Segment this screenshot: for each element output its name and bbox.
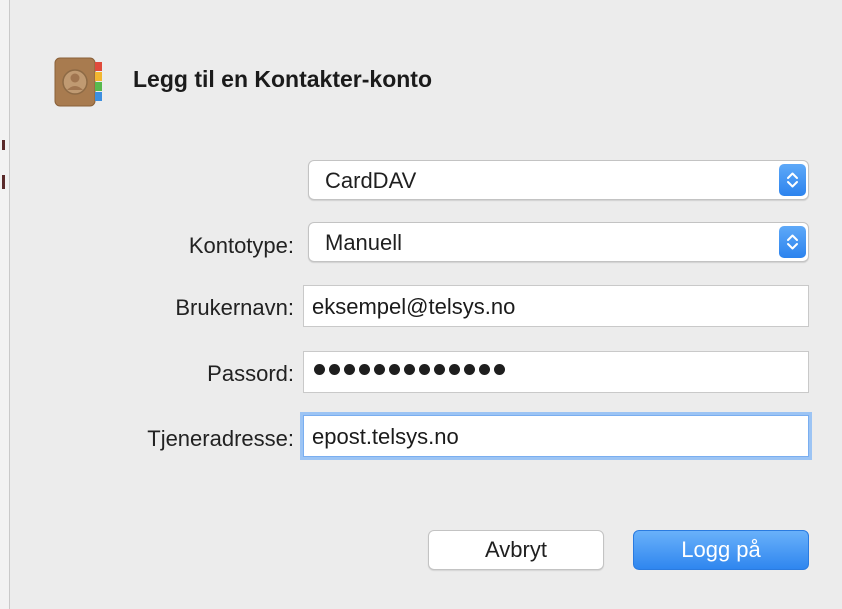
password-label: Passord:	[207, 361, 294, 386]
account-type-popup[interactable]: Manuell	[308, 222, 809, 262]
account-type-value: Manuell	[325, 230, 403, 255]
account-protocol-popup[interactable]: CardDAV	[308, 160, 809, 200]
password-dot	[494, 364, 505, 375]
password-field[interactable]	[303, 351, 809, 393]
add-account-dialog: Legg til en Kontakter-konto CardDAV Kont…	[0, 0, 842, 609]
popup-chevrons-icon	[779, 164, 806, 196]
edge-mark	[2, 175, 5, 189]
account-protocol-value: CardDAV	[325, 168, 417, 193]
password-dot	[359, 364, 370, 375]
account-type-label: Kontotype:	[188, 233, 294, 258]
password-dot	[389, 364, 400, 375]
password-dot	[464, 364, 475, 375]
window-edge	[0, 0, 10, 609]
dialog-title: Legg til en Kontakter-konto	[133, 66, 432, 92]
username-field[interactable]: eksempel@telsys.no	[303, 285, 809, 327]
cancel-button[interactable]: Avbryt	[428, 530, 604, 570]
username-label: Brukernavn:	[175, 295, 294, 320]
password-dot	[329, 364, 340, 375]
password-dot	[434, 364, 445, 375]
server-address-value: epost.telsys.no	[312, 424, 459, 449]
password-dot	[314, 364, 325, 375]
password-dot	[479, 364, 490, 375]
password-dot	[404, 364, 415, 375]
contacts-app-icon	[54, 57, 104, 107]
password-dot	[344, 364, 355, 375]
password-dot	[374, 364, 385, 375]
password-dot	[419, 364, 430, 375]
password-dot	[449, 364, 460, 375]
server-address-label: Tjeneradresse:	[147, 426, 294, 451]
popup-chevrons-icon	[779, 226, 806, 258]
edge-mark	[2, 140, 5, 150]
username-value: eksempel@telsys.no	[312, 294, 516, 319]
login-button[interactable]: Logg på	[633, 530, 809, 570]
password-mask	[314, 364, 505, 375]
server-address-field[interactable]: epost.telsys.no	[303, 415, 809, 457]
